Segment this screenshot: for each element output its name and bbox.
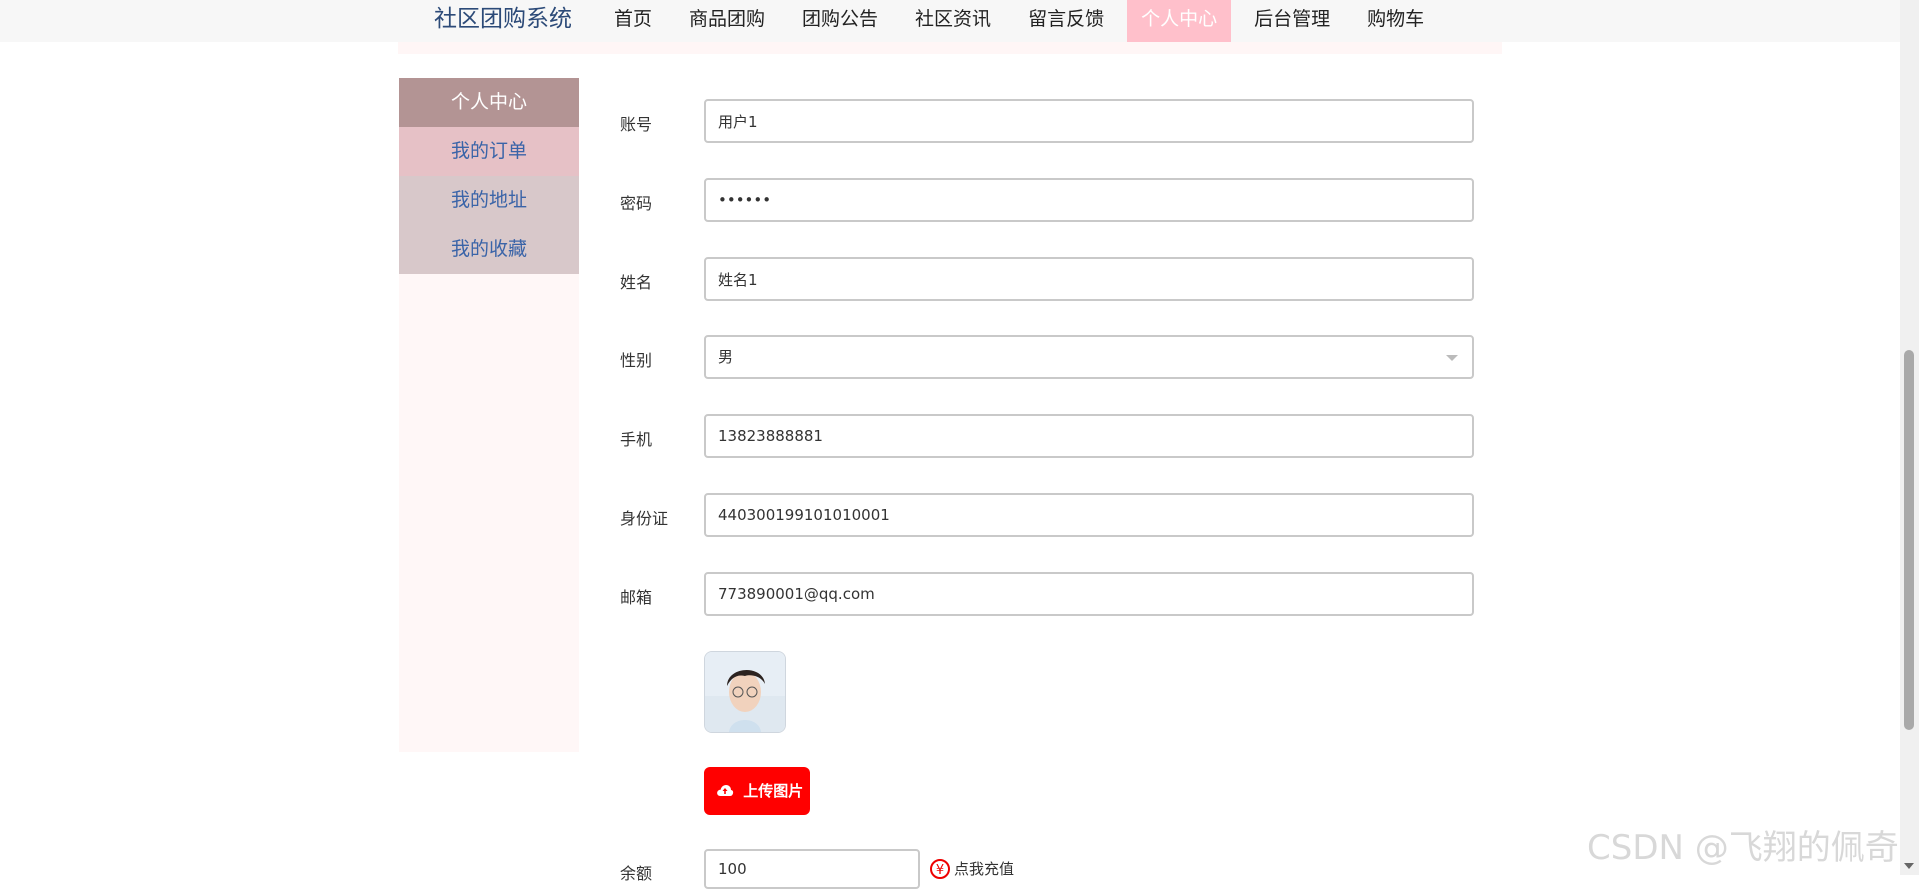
upload-button-label: 上传图片 [743, 782, 804, 800]
recharge-label: 点我充值 [954, 860, 1015, 878]
password-input[interactable] [704, 178, 1474, 222]
sidebar-item-my-address[interactable]: 我的地址 [399, 176, 579, 225]
account-input[interactable] [704, 99, 1474, 143]
email-input[interactable] [704, 572, 1474, 616]
account-row: 账号 [620, 99, 1480, 147]
top-navigation-bar: 社区团购系统 首页 商品团购 团购公告 社区资讯 留言反馈 个人中心 后台管理 … [0, 0, 1900, 42]
phone-row: 手机 [620, 414, 1480, 462]
gender-select[interactable]: 男 [704, 335, 1474, 379]
name-input[interactable] [704, 257, 1474, 301]
brand-title[interactable]: 社区团购系统 [434, 4, 572, 34]
avatar [704, 651, 786, 733]
avatar-portrait-icon [705, 652, 785, 732]
name-label: 姓名 [620, 273, 653, 292]
content-top-strip [398, 42, 1502, 54]
email-row: 邮箱 [620, 572, 1480, 620]
watermark: CSDN @飞翔的佩奇 [1587, 828, 1899, 868]
nav-group-buy[interactable]: 商品团购 [675, 0, 779, 42]
main-nav: 首页 商品团购 团购公告 社区资讯 留言反馈 个人中心 后台管理 购物车 [600, 0, 1447, 42]
gender-label: 性别 [620, 351, 653, 370]
nav-home[interactable]: 首页 [600, 0, 666, 42]
page-scrollbar[interactable] [1900, 0, 1919, 875]
yen-icon: ¥ [930, 858, 950, 879]
chevron-down-icon [1446, 355, 1458, 361]
email-label: 邮箱 [620, 588, 653, 607]
phone-input[interactable] [704, 414, 1474, 458]
scrollbar-thumb[interactable] [1904, 350, 1914, 730]
idcard-row: 身份证 [620, 493, 1480, 541]
upload-image-button[interactable]: 上传图片 [704, 767, 810, 815]
nav-admin[interactable]: 后台管理 [1240, 0, 1344, 42]
gender-row: 性别 男 [620, 335, 1480, 383]
nav-community-news[interactable]: 社区资讯 [901, 0, 1005, 42]
sidebar-item-my-favorites[interactable]: 我的收藏 [399, 225, 579, 274]
name-row: 姓名 [620, 257, 1480, 305]
scroll-down-arrow-icon[interactable] [1904, 863, 1914, 869]
nav-feedback[interactable]: 留言反馈 [1014, 0, 1118, 42]
phone-label: 手机 [620, 430, 653, 449]
cloud-upload-icon [716, 768, 734, 816]
password-label: 密码 [620, 194, 653, 213]
idcard-input[interactable] [704, 493, 1474, 537]
balance-input[interactable] [704, 849, 920, 889]
nav-cart[interactable]: 购物车 [1353, 0, 1438, 42]
nav-announcements[interactable]: 团购公告 [788, 0, 892, 42]
balance-label: 余额 [620, 864, 653, 883]
sidebar: 个人中心 我的订单 我的地址 我的收藏 [399, 78, 579, 752]
idcard-label: 身份证 [620, 509, 669, 528]
sidebar-item-personal-center[interactable]: 个人中心 [399, 78, 579, 127]
nav-personal-center[interactable]: 个人中心 [1127, 0, 1232, 42]
sidebar-item-my-orders[interactable]: 我的订单 [399, 127, 579, 176]
gender-selected-value: 男 [718, 348, 734, 366]
password-row: 密码 [620, 178, 1480, 226]
recharge-link[interactable]: ¥ 点我充值 [930, 858, 1014, 879]
account-label: 账号 [620, 115, 653, 134]
